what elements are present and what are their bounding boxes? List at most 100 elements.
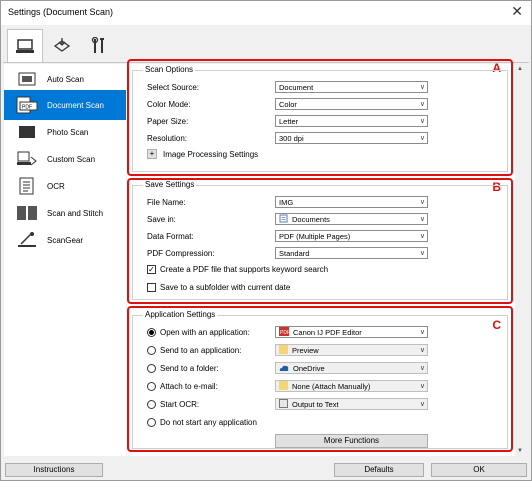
chevron-down-icon: ∨ [419, 118, 425, 125]
chevron-down-icon: ∨ [419, 365, 425, 372]
data-format-dropdown[interactable]: PDF (Multiple Pages) ∨ [275, 230, 428, 242]
scroll-down-icon[interactable]: ▼ [517, 448, 523, 454]
checkbox-label: Create a PDF file that supports keyword … [160, 265, 329, 274]
auto-scan-icon [15, 70, 39, 88]
close-icon[interactable]: ✕ [511, 3, 523, 20]
svg-text:PDF: PDF [280, 330, 289, 336]
chevron-down-icon: ∨ [419, 101, 425, 108]
file-name-label: File Name: [147, 198, 186, 207]
custom-scan-icon [15, 150, 39, 168]
sidebar-item-scangear[interactable]: ScanGear [4, 225, 126, 255]
save-in-dropdown[interactable]: Documents ∨ [275, 213, 428, 225]
start-ocr-dropdown[interactable]: Output to Text ∨ [275, 398, 428, 410]
image-processing-label: Image Processing Settings [163, 150, 259, 159]
dropdown-value: Document [279, 83, 314, 92]
chevron-down-icon: ∨ [419, 135, 425, 142]
pdf-editor-icon: PDF [279, 327, 290, 337]
radio-selected-icon [147, 328, 156, 337]
sidebar-item-document-scan[interactable]: PDF Document Scan [4, 90, 126, 120]
radio-label: Do not start any application [160, 418, 257, 427]
instructions-button[interactable]: Instructions [5, 463, 103, 477]
start-ocr-radio[interactable]: Start OCR: [147, 400, 199, 409]
radio-label: Send to a folder: [160, 364, 219, 373]
dropdown-value: Preview [292, 346, 319, 355]
open-with-application-radio[interactable]: Open with an application: [147, 328, 250, 337]
attach-to-email-radio[interactable]: Attach to e-mail: [147, 382, 218, 391]
chevron-down-icon: ∨ [419, 233, 425, 240]
no-application-radio[interactable]: Do not start any application [147, 418, 257, 427]
scan-options-highlight: A Scan Options Select Source: Document ∨ … [127, 59, 513, 176]
tools-icon [91, 36, 104, 53]
open-with-application-dropdown[interactable]: PDF Canon IJ PDF Editor ∨ [275, 326, 428, 338]
scangear-icon [15, 231, 39, 249]
sidebar-item-photo-scan[interactable]: Photo Scan [4, 117, 126, 147]
subfolder-checkbox[interactable]: Save to a subfolder with current date [147, 283, 290, 292]
mail-app-icon [279, 381, 288, 391]
sidebar-item-label: Auto Scan [47, 74, 84, 84]
file-name-combobox[interactable]: IMG ∨ [275, 196, 428, 208]
keyword-search-checkbox[interactable]: ✓ Create a PDF file that supports keyword… [147, 265, 328, 274]
checkbox-label: Save to a subfolder with current date [160, 283, 291, 292]
sidebar-item-scan-and-stitch[interactable]: Scan and Stitch [4, 198, 126, 228]
dropdown-value: Letter [279, 117, 299, 126]
document-scan-icon: PDF [15, 96, 39, 114]
tab-scan-from-computer[interactable] [7, 29, 43, 63]
send-to-application-radio[interactable]: Send to an application: [147, 346, 241, 355]
send-to-folder-dropdown[interactable]: OneDrive ∨ [275, 362, 428, 374]
chevron-down-icon: ∨ [419, 84, 425, 91]
pdf-compression-dropdown[interactable]: Standard ∨ [275, 247, 428, 259]
resolution-dropdown[interactable]: 300 dpi ∨ [275, 132, 428, 144]
save-settings-group: Save Settings File Name: IMG ∨ Save in: D… [132, 180, 508, 300]
select-source-dropdown[interactable]: Document ∨ [275, 81, 428, 93]
group-title: Save Settings [143, 180, 197, 189]
more-functions-button[interactable]: More Functions [275, 434, 428, 448]
scan-and-stitch-icon [15, 204, 39, 222]
svg-text:PDF: PDF [22, 105, 32, 111]
settings-content: A Scan Options Select Source: Document ∨ … [127, 59, 527, 456]
tab-scan-from-panel[interactable] [44, 29, 80, 62]
dropdown-value: OneDrive [293, 364, 325, 373]
dropdown-value: Standard [279, 249, 310, 258]
defaults-button[interactable]: Defaults [334, 463, 424, 477]
window-title: Settings (Document Scan) [8, 7, 114, 17]
radio-unselected-icon [147, 382, 156, 391]
chevron-down-icon: ∨ [419, 199, 425, 206]
color-mode-dropdown[interactable]: Color ∨ [275, 98, 428, 110]
onedrive-cloud-icon [279, 364, 289, 373]
scan-from-computer-icon [16, 38, 34, 53]
scroll-up-icon[interactable]: ▲ [517, 66, 523, 72]
checkbox-checked-icon: ✓ [147, 265, 156, 274]
radio-label: Attach to e-mail: [160, 382, 218, 391]
paper-size-dropdown[interactable]: Letter ∨ [275, 115, 428, 127]
save-settings-highlight: B Save Settings File Name: IMG ∨ Save in:… [127, 178, 513, 304]
sidebar-item-label: Custom Scan [47, 154, 96, 164]
dropdown-value: None (Attach Manually) [292, 382, 371, 391]
expand-image-processing-button[interactable]: + [147, 149, 157, 159]
ok-button[interactable]: OK [431, 463, 527, 477]
vertical-scrollbar[interactable]: ▲ ▼ [515, 64, 527, 456]
sidebar-item-label: Document Scan [47, 100, 104, 110]
send-to-application-dropdown[interactable]: Preview ∨ [275, 344, 428, 356]
chevron-down-icon: ∨ [419, 383, 425, 390]
radio-label: Open with an application: [160, 328, 250, 337]
ocr-icon [15, 177, 39, 195]
send-to-folder-radio[interactable]: Send to a folder: [147, 364, 219, 373]
dropdown-value: Color [279, 100, 297, 109]
chevron-down-icon: ∨ [419, 329, 425, 336]
application-settings-highlight: C Application Settings Open with an appl… [127, 306, 513, 452]
paper-size-label: Paper Size: [147, 117, 189, 126]
text-output-icon [279, 399, 288, 409]
attach-to-email-dropdown[interactable]: None (Attach Manually) ∨ [275, 380, 428, 392]
sidebar-item-label: Photo Scan [47, 127, 89, 137]
tab-general-settings[interactable] [81, 29, 117, 62]
radio-unselected-icon [147, 346, 156, 355]
documents-folder-icon [279, 214, 288, 224]
sidebar-item-ocr[interactable]: OCR [4, 171, 126, 201]
sidebar-item-label: Scan and Stitch [47, 208, 104, 218]
dropdown-value: Canon IJ PDF Editor [293, 328, 362, 337]
chevron-down-icon: ∨ [419, 347, 425, 354]
sidebar-item-label: ScanGear [47, 235, 84, 245]
sidebar-item-custom-scan[interactable]: Custom Scan [4, 144, 126, 174]
color-mode-label: Color Mode: [147, 100, 191, 109]
pdf-compression-label: PDF Compression: [147, 249, 215, 258]
